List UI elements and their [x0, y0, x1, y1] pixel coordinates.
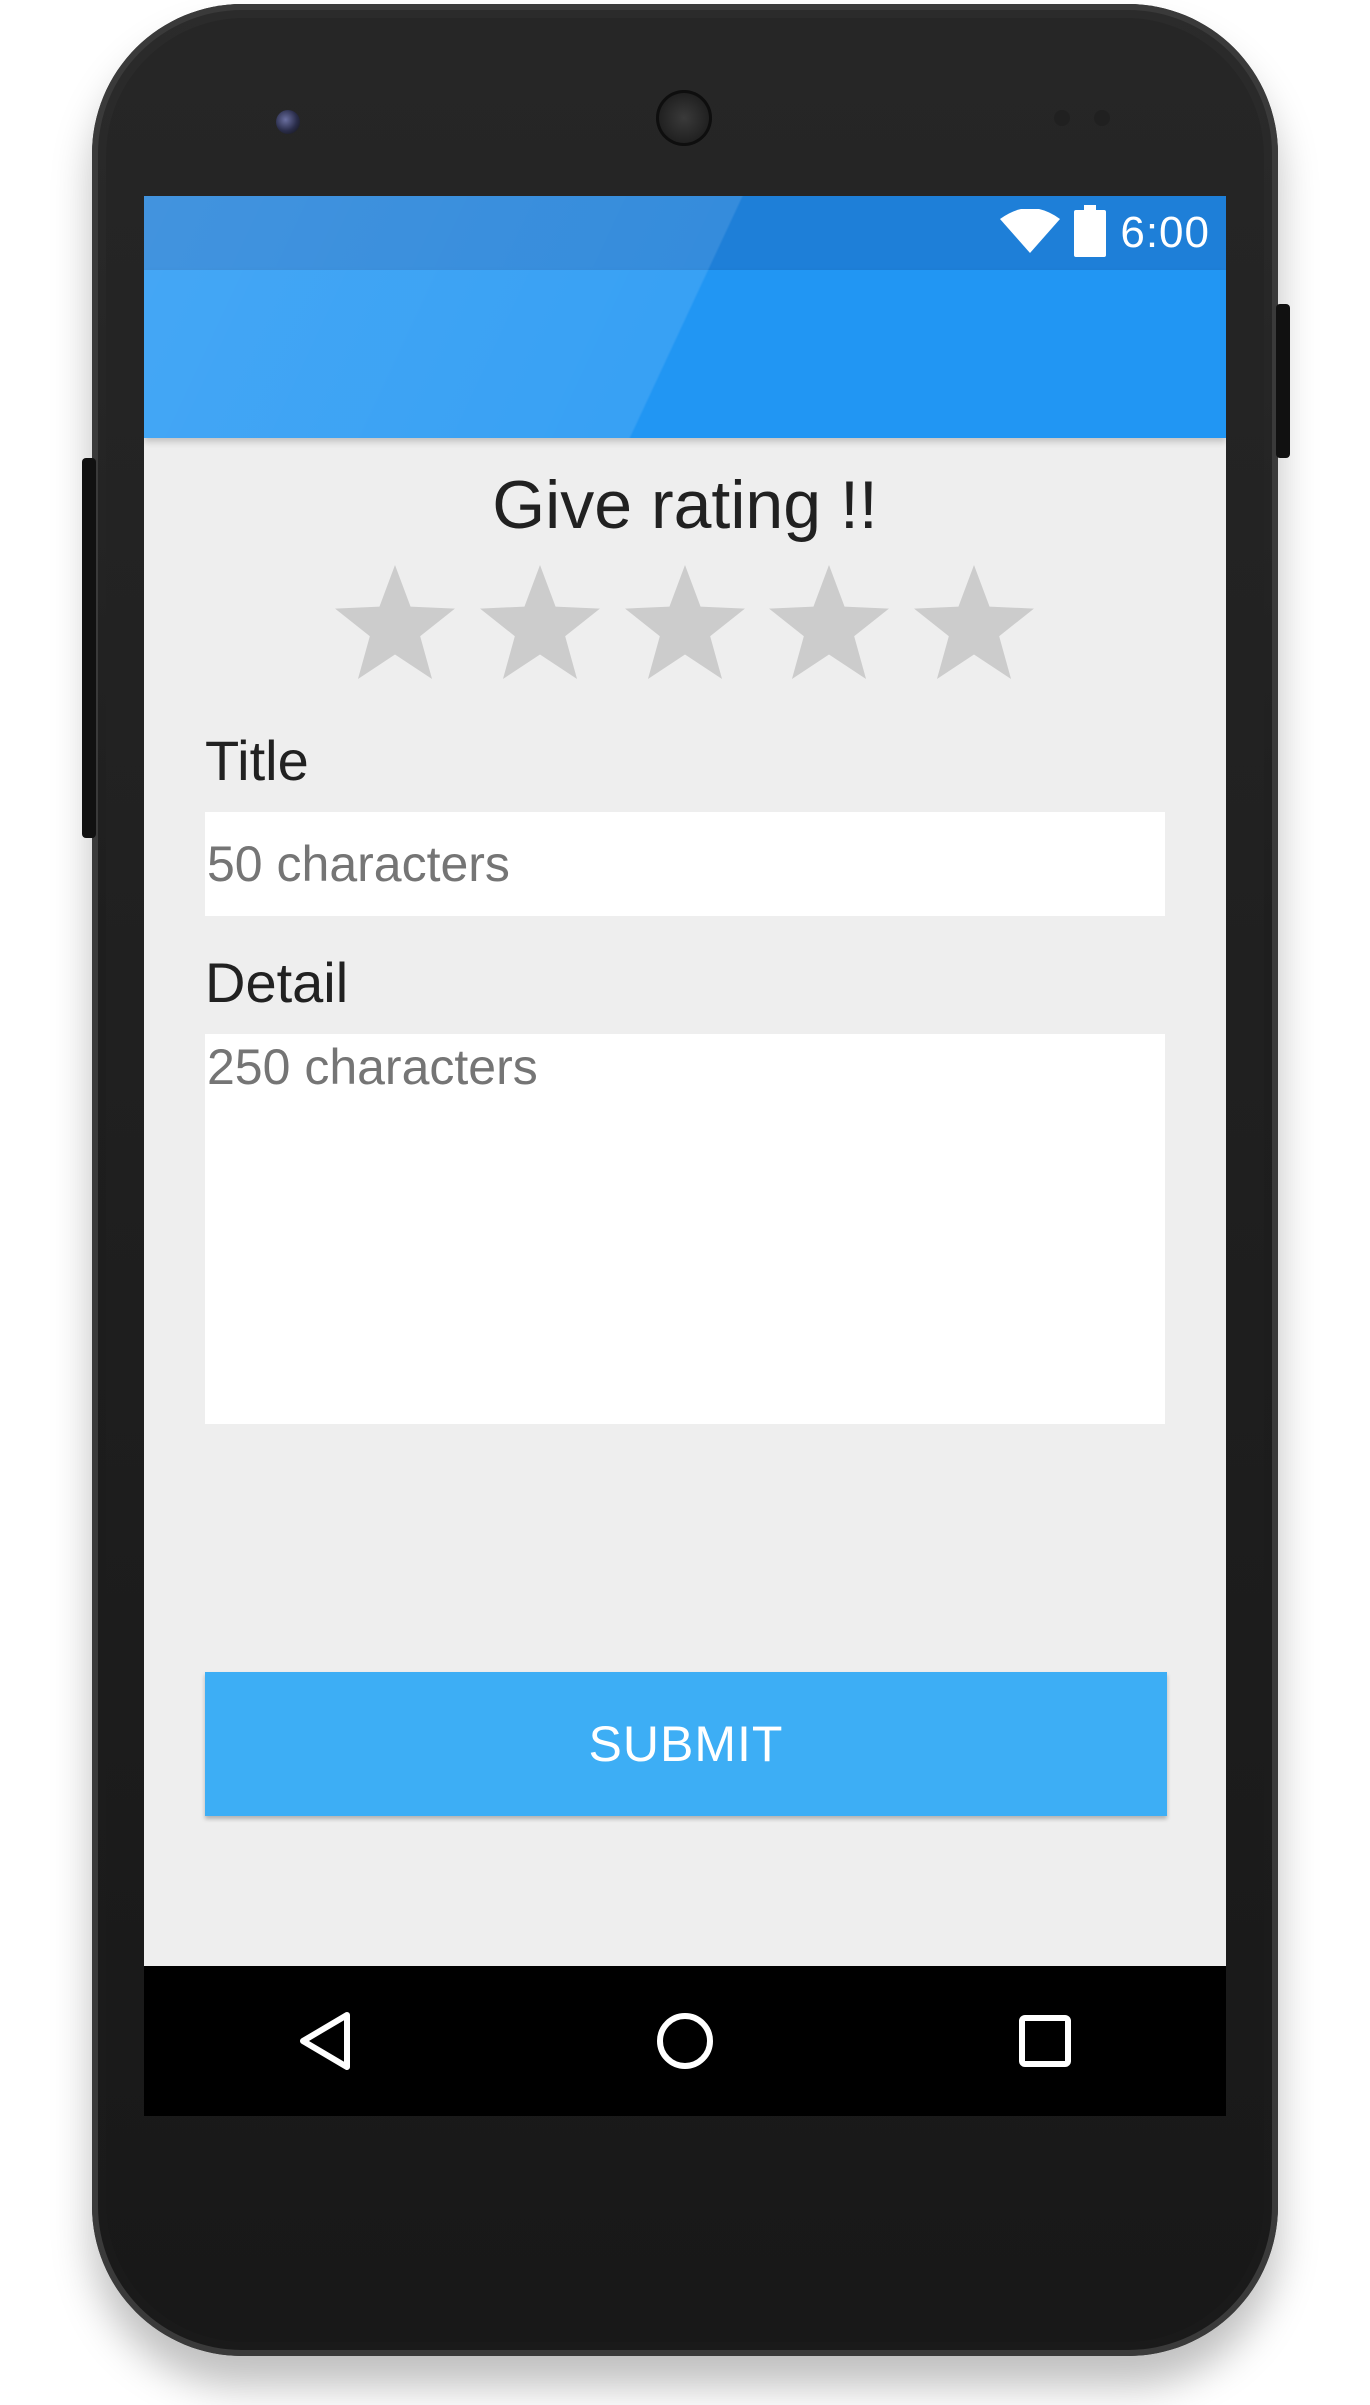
status-time: 6:00 [1120, 208, 1210, 257]
power-button [1276, 304, 1290, 458]
star-1-icon[interactable] [332, 560, 458, 686]
star-5-icon[interactable] [911, 560, 1037, 686]
title-label: Title [205, 729, 309, 792]
recents-icon[interactable] [1000, 1996, 1090, 2086]
detail-label: Detail [205, 951, 349, 1014]
rating-form: Give rating !! Title Detail SUBMIT [144, 438, 1226, 1966]
star-4-icon[interactable] [766, 560, 892, 686]
star-rating-bar[interactable] [332, 560, 1037, 686]
app-toolbar [144, 270, 1226, 438]
earpiece-speaker [656, 90, 712, 146]
title-input[interactable] [205, 812, 1165, 916]
status-icons: 6:00 [1000, 204, 1210, 262]
battery-icon [1074, 204, 1107, 262]
back-icon[interactable] [280, 1996, 370, 2086]
rating-title: Give rating !! [492, 467, 878, 543]
detail-textarea[interactable] [205, 1034, 1165, 1424]
volume-button [82, 458, 96, 838]
star-3-icon[interactable] [622, 560, 748, 686]
navigation-bar [144, 1966, 1226, 2116]
light-sensor [1094, 110, 1110, 126]
star-2-icon[interactable] [477, 560, 603, 686]
phone-screen: 6:00 Give rating !! Title Detail SUBMIT [144, 196, 1226, 2116]
front-camera [276, 110, 300, 134]
home-icon[interactable] [640, 1996, 730, 2086]
submit-button[interactable]: SUBMIT [205, 1672, 1167, 1816]
status-bar: 6:00 [144, 196, 1226, 270]
wifi-icon [1000, 207, 1061, 258]
proximity-sensor [1054, 110, 1070, 126]
